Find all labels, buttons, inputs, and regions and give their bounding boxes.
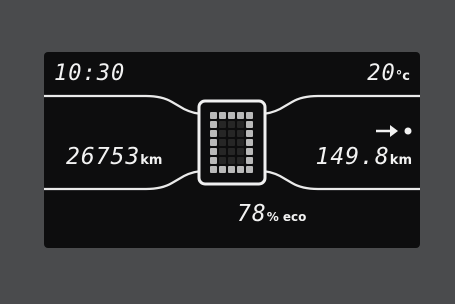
- matrix-dot: [237, 139, 244, 146]
- dashboard-bezel: 10:30 20°c 26753km 149.8km 78% eco: [0, 0, 455, 304]
- odometer-value: 26753: [66, 144, 141, 170]
- eco-score: 78% eco: [237, 201, 306, 227]
- matrix-dot: [246, 121, 253, 128]
- matrix-dot: [237, 112, 244, 119]
- range-unit: km: [389, 153, 412, 168]
- matrix-dot: [219, 112, 226, 119]
- matrix-dot: [228, 139, 235, 146]
- matrix-dot: [210, 139, 217, 146]
- matrix-dot: [228, 130, 235, 137]
- matrix-dot: [228, 112, 235, 119]
- matrix-dot: [237, 166, 244, 173]
- matrix-dot: [228, 166, 235, 173]
- eco-unit: % eco: [266, 210, 307, 224]
- matrix-dot: [219, 157, 226, 164]
- matrix-dot: [210, 121, 217, 128]
- clock-value: 10:30: [54, 61, 126, 86]
- matrix-dot: [210, 112, 217, 119]
- outside-temperature: 20°c: [367, 61, 410, 86]
- matrix-dot: [237, 121, 244, 128]
- matrix-dot: [246, 166, 253, 173]
- odometer-unit: km: [140, 153, 163, 168]
- matrix-dot: [246, 148, 253, 155]
- matrix-dot: [219, 148, 226, 155]
- matrix-dot: [210, 157, 217, 164]
- instrument-display: 10:30 20°c 26753km 149.8km 78% eco: [44, 52, 420, 248]
- matrix-dot: [237, 130, 244, 137]
- matrix-dot: [237, 148, 244, 155]
- matrix-dot: [246, 130, 253, 137]
- matrix-dot: [219, 130, 226, 137]
- temperature-value: 20: [367, 61, 396, 86]
- matrix-dot: [210, 148, 217, 155]
- matrix-dot: [246, 157, 253, 164]
- odometer: 26753km: [66, 144, 162, 170]
- matrix-dot: [219, 139, 226, 146]
- matrix-dot: [210, 130, 217, 137]
- matrix-dot: [228, 157, 235, 164]
- eco-value: 78: [237, 201, 267, 227]
- matrix-dot: [246, 139, 253, 146]
- gear-dot-matrix-icon: [210, 112, 253, 173]
- temperature-unit: °c: [395, 69, 410, 84]
- matrix-dot: [219, 166, 226, 173]
- matrix-dot: [246, 112, 253, 119]
- arrow-to-dot-icon: [376, 125, 412, 137]
- matrix-dot: [237, 157, 244, 164]
- clock: 10:30: [54, 61, 125, 86]
- matrix-dot: [219, 121, 226, 128]
- range-value: 149.8: [315, 144, 390, 170]
- matrix-dot: [228, 121, 235, 128]
- range-remaining: 149.8km: [316, 144, 412, 170]
- matrix-dot: [228, 148, 235, 155]
- matrix-dot: [210, 166, 217, 173]
